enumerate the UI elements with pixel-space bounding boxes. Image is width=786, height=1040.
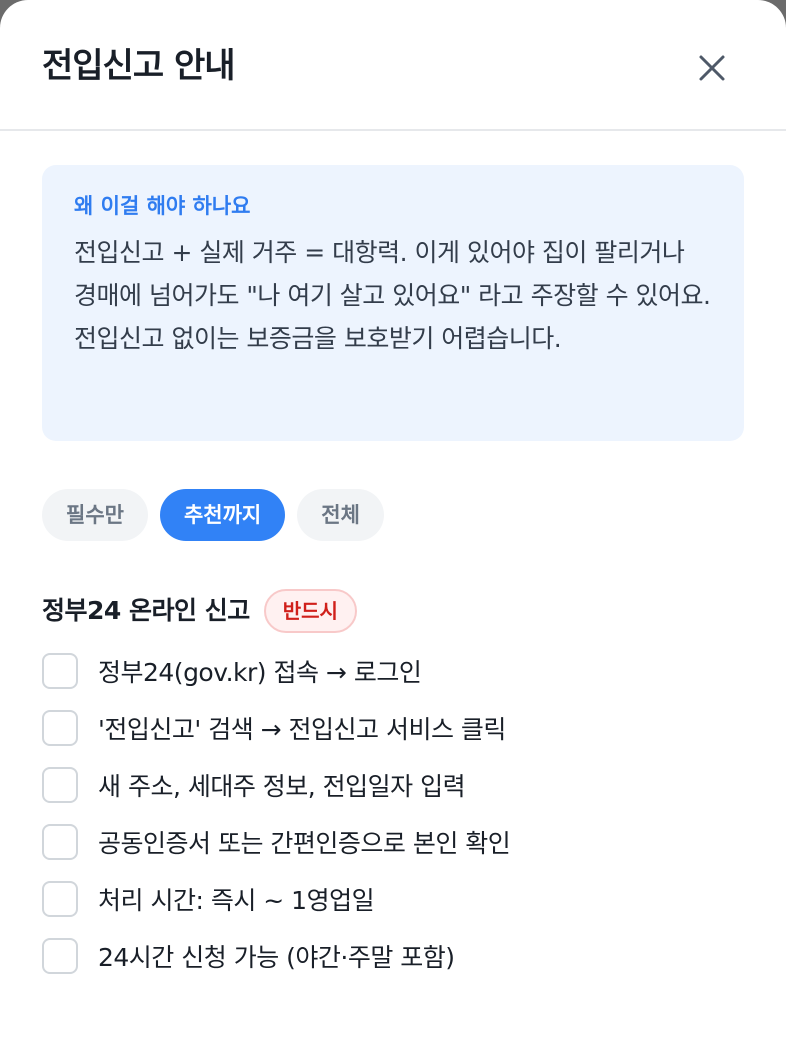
dialog-title: 전입신고 안내	[42, 46, 236, 86]
section-header: 정부24 온라인 신고 반드시	[42, 586, 357, 636]
bottom-sheet-dialog: 전입신고 안내 왜 이걸 해야 하나요 전입신고 + 실제 거주 = 대항력. …	[0, 0, 786, 1040]
filter-chip-all[interactable]: 전체	[297, 489, 384, 541]
checklist-item[interactable]: 처리 시간: 즉시 ~ 1영업일	[42, 870, 762, 927]
section-title: 정부24 온라인 신고	[42, 596, 250, 625]
filter-chip-group: 필수만 추천까지 전체	[42, 489, 384, 541]
checkbox[interactable]	[42, 823, 78, 860]
checklist-item-label: 새 주소, 세대주 정보, 전입일자 입력	[98, 771, 466, 801]
info-heading: 왜 이걸 해야 하나요	[74, 194, 251, 218]
checkbox[interactable]	[42, 709, 78, 746]
info-box: 왜 이걸 해야 하나요 전입신고 + 실제 거주 = 대항력. 이게 있어야 집…	[42, 165, 744, 441]
checklist-item[interactable]: 공동인증서 또는 간편인증으로 본인 확인	[42, 813, 762, 870]
close-button[interactable]	[690, 46, 734, 90]
dialog-header: 전입신고 안내	[0, 0, 786, 131]
checkbox[interactable]	[42, 652, 78, 689]
required-badge: 반드시	[263, 589, 357, 633]
close-icon	[699, 55, 725, 81]
checkbox[interactable]	[42, 766, 78, 803]
checkbox[interactable]	[42, 880, 78, 917]
checklist-item[interactable]: 정부24(gov.kr) 접속 → 로그인	[42, 642, 762, 699]
filter-chip-required-only[interactable]: 필수만	[42, 489, 148, 541]
checklist-item-label: '전입신고' 검색 → 전입신고 서비스 클릭	[98, 714, 506, 744]
info-body: 전입신고 + 실제 거주 = 대항력. 이게 있어야 집이 팔리거나 경매에 넘…	[74, 238, 711, 353]
checklist-item-label: 정부24(gov.kr) 접속 → 로그인	[98, 657, 422, 687]
checklist-item-label: 24시간 신청 가능 (야간·주말 포함)	[98, 942, 455, 972]
filter-chip-recommended[interactable]: 추천까지	[159, 489, 286, 541]
checklist-item[interactable]: '전입신고' 검색 → 전입신고 서비스 클릭	[42, 699, 762, 756]
checklist-item[interactable]: 새 주소, 세대주 정보, 전입일자 입력	[42, 756, 762, 813]
checklist: 정부24(gov.kr) 접속 → 로그인 '전입신고' 검색 → 전입신고 서…	[42, 642, 762, 984]
checkbox[interactable]	[42, 937, 78, 974]
checklist-item-label: 공동인증서 또는 간편인증으로 본인 확인	[98, 828, 511, 858]
checklist-item[interactable]: 24시간 신청 가능 (야간·주말 포함)	[42, 927, 762, 984]
checklist-item-label: 처리 시간: 즉시 ~ 1영업일	[98, 885, 375, 915]
